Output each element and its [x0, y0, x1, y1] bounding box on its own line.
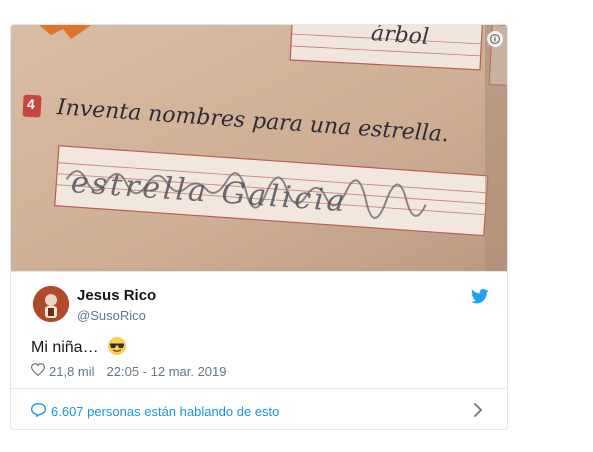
- twitter-bird-icon[interactable]: [470, 289, 489, 309]
- photo-top-word: árbol: [370, 25, 430, 50]
- notebook-photo-image: [11, 25, 507, 271]
- author-handle[interactable]: @SusoRico: [77, 308, 146, 323]
- sunglasses-emoji-icon: [107, 336, 127, 356]
- like-count[interactable]: 21,8 mil: [49, 364, 95, 379]
- conversation-text: 6.607 personas están hablando de esto: [51, 404, 280, 419]
- tweet-meta: 21,8 mil 22:05 - 12 mar. 2019: [30, 363, 227, 379]
- media-divider: [11, 271, 507, 272]
- chevron-right-icon[interactable]: [473, 403, 483, 422]
- info-icon[interactable]: [487, 31, 503, 47]
- avatar[interactable]: [33, 286, 69, 322]
- heart-icon[interactable]: [30, 363, 46, 379]
- tweet-timestamp[interactable]: 22:05 - 12 mar. 2019: [107, 364, 227, 379]
- photo-exercise-number: 4: [26, 95, 36, 113]
- conversation-link[interactable]: 6.607 personas están hablando de esto: [30, 403, 280, 420]
- tweet-card: árbol 4 Inventa nombres para una estrell…: [10, 24, 508, 430]
- tweet-text: Mi niña…: [31, 339, 99, 356]
- tweet-photo[interactable]: árbol 4 Inventa nombres para una estrell…: [11, 25, 507, 271]
- footer-divider: [11, 388, 507, 389]
- author-name[interactable]: Jesus Rico: [77, 287, 156, 304]
- speech-bubble-icon: [30, 403, 47, 420]
